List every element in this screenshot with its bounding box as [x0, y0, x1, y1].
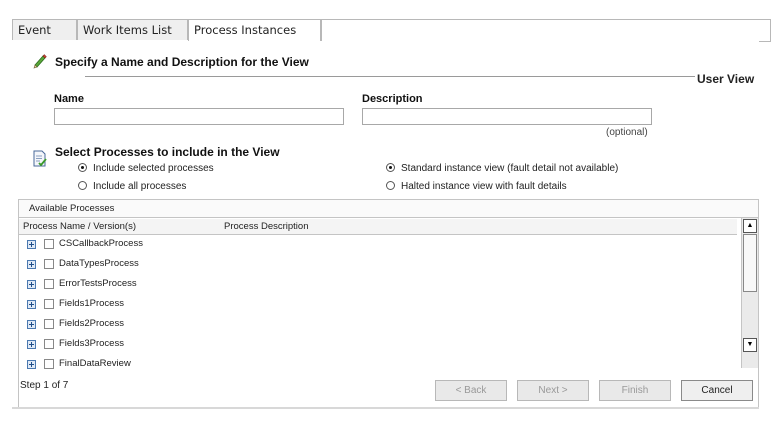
row-checkbox[interactable]: [44, 319, 54, 329]
footer-divider: [12, 407, 759, 409]
next-button[interactable]: Next >: [517, 380, 589, 401]
processes-section-title: Select Processes to include in the View: [55, 145, 280, 159]
process-name: FinalDataReview: [59, 358, 131, 369]
scroll-thumb[interactable]: [743, 234, 757, 292]
list-item[interactable]: DataTypesProcess: [19, 255, 737, 275]
expand-plus-icon[interactable]: [27, 340, 36, 349]
vertical-scrollbar[interactable]: ▲ ▼: [741, 218, 758, 368]
document-check-icon: [33, 150, 47, 167]
process-name: ErrorTestsProcess: [59, 278, 137, 289]
process-name: Fields1Process: [59, 298, 124, 309]
optional-hint: (optional): [606, 127, 648, 138]
tab-bar: Event Log Work Items List Process Instan…: [12, 19, 771, 58]
radio-button[interactable]: [78, 163, 87, 172]
row-checkbox[interactable]: [44, 299, 54, 309]
standard-view-radio[interactable]: Standard instance view (fault detail not…: [386, 163, 618, 174]
include-selected-radio[interactable]: Include selected processes: [78, 163, 214, 174]
description-label: Description: [362, 93, 423, 105]
expand-plus-icon[interactable]: [27, 240, 36, 249]
finish-button[interactable]: Finish: [599, 380, 671, 401]
name-section-title: Specify a Name and Description for the V…: [55, 55, 309, 69]
section-divider: [85, 76, 695, 77]
row-checkbox[interactable]: [44, 359, 54, 369]
row-checkbox[interactable]: [44, 259, 54, 269]
available-processes-box: Available Processes Process Name / Versi…: [18, 199, 759, 409]
pencil-icon: [33, 54, 47, 69]
tab-bar-filler: [321, 19, 771, 41]
tab-process-instances-list[interactable]: Process Instances List: [188, 19, 321, 58]
radio-button[interactable]: [386, 181, 395, 190]
list-item[interactable]: CSCallbackProcess: [19, 235, 737, 255]
step-indicator: Step 1 of 7: [20, 380, 69, 391]
list-item[interactable]: Fields3Process: [19, 335, 737, 355]
expand-plus-icon[interactable]: [27, 360, 36, 369]
scroll-up-icon[interactable]: ▲: [743, 219, 757, 233]
tab-event-log[interactable]: Event Log: [12, 19, 77, 58]
list-item[interactable]: FinalDataReview: [19, 355, 737, 375]
user-view-label: User View: [697, 72, 755, 86]
list-item[interactable]: ErrorTestsProcess: [19, 275, 737, 295]
radio-button[interactable]: [386, 163, 395, 172]
row-checkbox[interactable]: [44, 239, 54, 249]
view-wizard-panel: Specify a Name and Description for the V…: [12, 41, 759, 409]
description-input[interactable]: [362, 108, 652, 125]
cancel-button[interactable]: Cancel: [681, 380, 753, 401]
process-name: Fields3Process: [59, 338, 124, 349]
expand-plus-icon[interactable]: [27, 280, 36, 289]
expand-plus-icon[interactable]: [27, 320, 36, 329]
process-name: DataTypesProcess: [59, 258, 139, 269]
list-item[interactable]: Fields2Process: [19, 315, 737, 335]
column-header-name[interactable]: Process Name / Version(s): [23, 219, 136, 234]
tab-work-items-list[interactable]: Work Items List: [77, 19, 188, 40]
back-button[interactable]: < Back: [435, 380, 507, 401]
radio-button[interactable]: [78, 181, 87, 190]
include-all-radio[interactable]: Include all processes: [78, 181, 186, 192]
expand-plus-icon[interactable]: [27, 300, 36, 309]
expand-plus-icon[interactable]: [27, 260, 36, 269]
process-name: CSCallbackProcess: [59, 238, 143, 249]
name-input[interactable]: [54, 108, 344, 125]
row-checkbox[interactable]: [44, 279, 54, 289]
halted-view-radio[interactable]: Halted instance view with fault details: [386, 181, 567, 192]
scroll-down-icon[interactable]: ▼: [743, 338, 757, 352]
available-processes-title: Available Processes: [19, 200, 758, 218]
row-checkbox[interactable]: [44, 339, 54, 349]
name-label: Name: [54, 93, 84, 105]
process-name: Fields2Process: [59, 318, 124, 329]
list-item[interactable]: Fields1Process: [19, 295, 737, 315]
column-header-description[interactable]: Process Description: [224, 219, 308, 234]
